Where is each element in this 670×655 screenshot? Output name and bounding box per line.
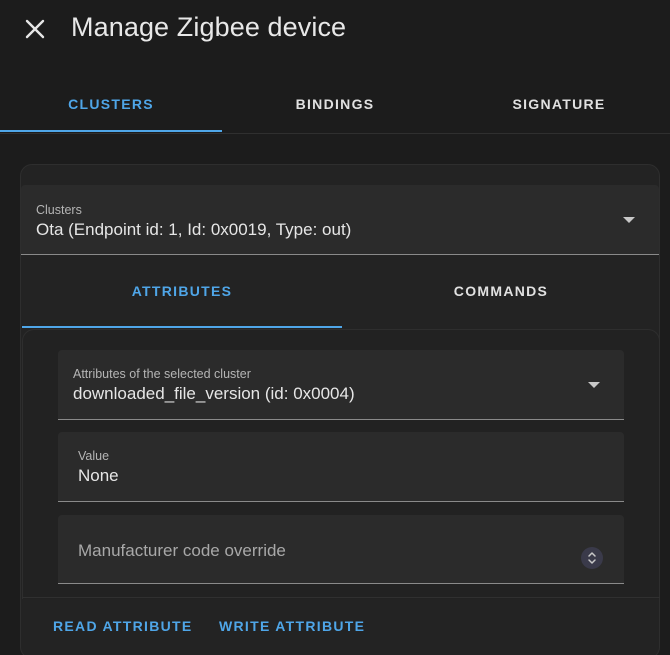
- tab-signature-label: SIGNATURE: [512, 96, 606, 112]
- attributes-select[interactable]: Attributes of the selected cluster downl…: [58, 350, 624, 420]
- attributes-select-value: downloaded_file_version (id: 0x0004): [73, 384, 355, 403]
- value-field-value: None: [78, 466, 119, 485]
- manufacturer-code-field[interactable]: Manufacturer code override: [58, 515, 624, 584]
- clusters-select-label: Clusters: [36, 203, 82, 217]
- tab-indicator: [0, 130, 222, 132]
- value-field-label: Value: [78, 449, 110, 463]
- dialog-title: Manage Zigbee device: [71, 12, 347, 42]
- chevron-down-icon: [588, 382, 600, 388]
- clusters-select[interactable]: Clusters Ota (Endpoint id: 1, Id: 0x0019…: [21, 185, 659, 255]
- write-attribute-button[interactable]: WRITE ATTRIBUTE: [219, 618, 365, 634]
- action-bar: READ ATTRIBUTE WRITE ATTRIBUTE: [22, 597, 660, 655]
- tab-clusters-label: CLUSTERS: [68, 96, 154, 112]
- attributes-panel: Attributes of the selected cluster downl…: [22, 329, 660, 599]
- main-tabs: CLUSTERS BINDINGS SIGNATURE: [0, 76, 670, 134]
- subtab-indicator: [22, 326, 342, 328]
- tab-bindings-label: BINDINGS: [295, 96, 375, 112]
- read-attribute-button[interactable]: READ ATTRIBUTE: [53, 618, 193, 634]
- clusters-card: Clusters Ota (Endpoint id: 1, Id: 0x0019…: [20, 164, 660, 655]
- tab-commands-label: COMMANDS: [453, 283, 549, 299]
- attributes-select-label: Attributes of the selected cluster: [73, 367, 251, 381]
- value-field[interactable]: Value None: [58, 432, 624, 502]
- tab-clusters[interactable]: CLUSTERS: [0, 76, 222, 132]
- close-button[interactable]: [20, 14, 50, 44]
- tab-signature[interactable]: SIGNATURE: [448, 76, 670, 132]
- chevron-down-icon: [623, 217, 635, 223]
- spin-arrows-icon[interactable]: [581, 547, 603, 569]
- tab-bindings[interactable]: BINDINGS: [222, 76, 448, 132]
- tab-commands[interactable]: COMMANDS: [342, 255, 660, 327]
- cluster-subtabs: ATTRIBUTES COMMANDS: [22, 255, 660, 329]
- clusters-select-value: Ota (Endpoint id: 1, Id: 0x0019, Type: o…: [36, 220, 352, 239]
- dialog-header: Manage Zigbee device: [0, 0, 670, 60]
- tab-attributes-label: ATTRIBUTES: [131, 283, 233, 299]
- close-icon: [25, 19, 45, 39]
- tab-attributes[interactable]: ATTRIBUTES: [22, 255, 342, 327]
- manufacturer-code-placeholder: Manufacturer code override: [78, 541, 286, 560]
